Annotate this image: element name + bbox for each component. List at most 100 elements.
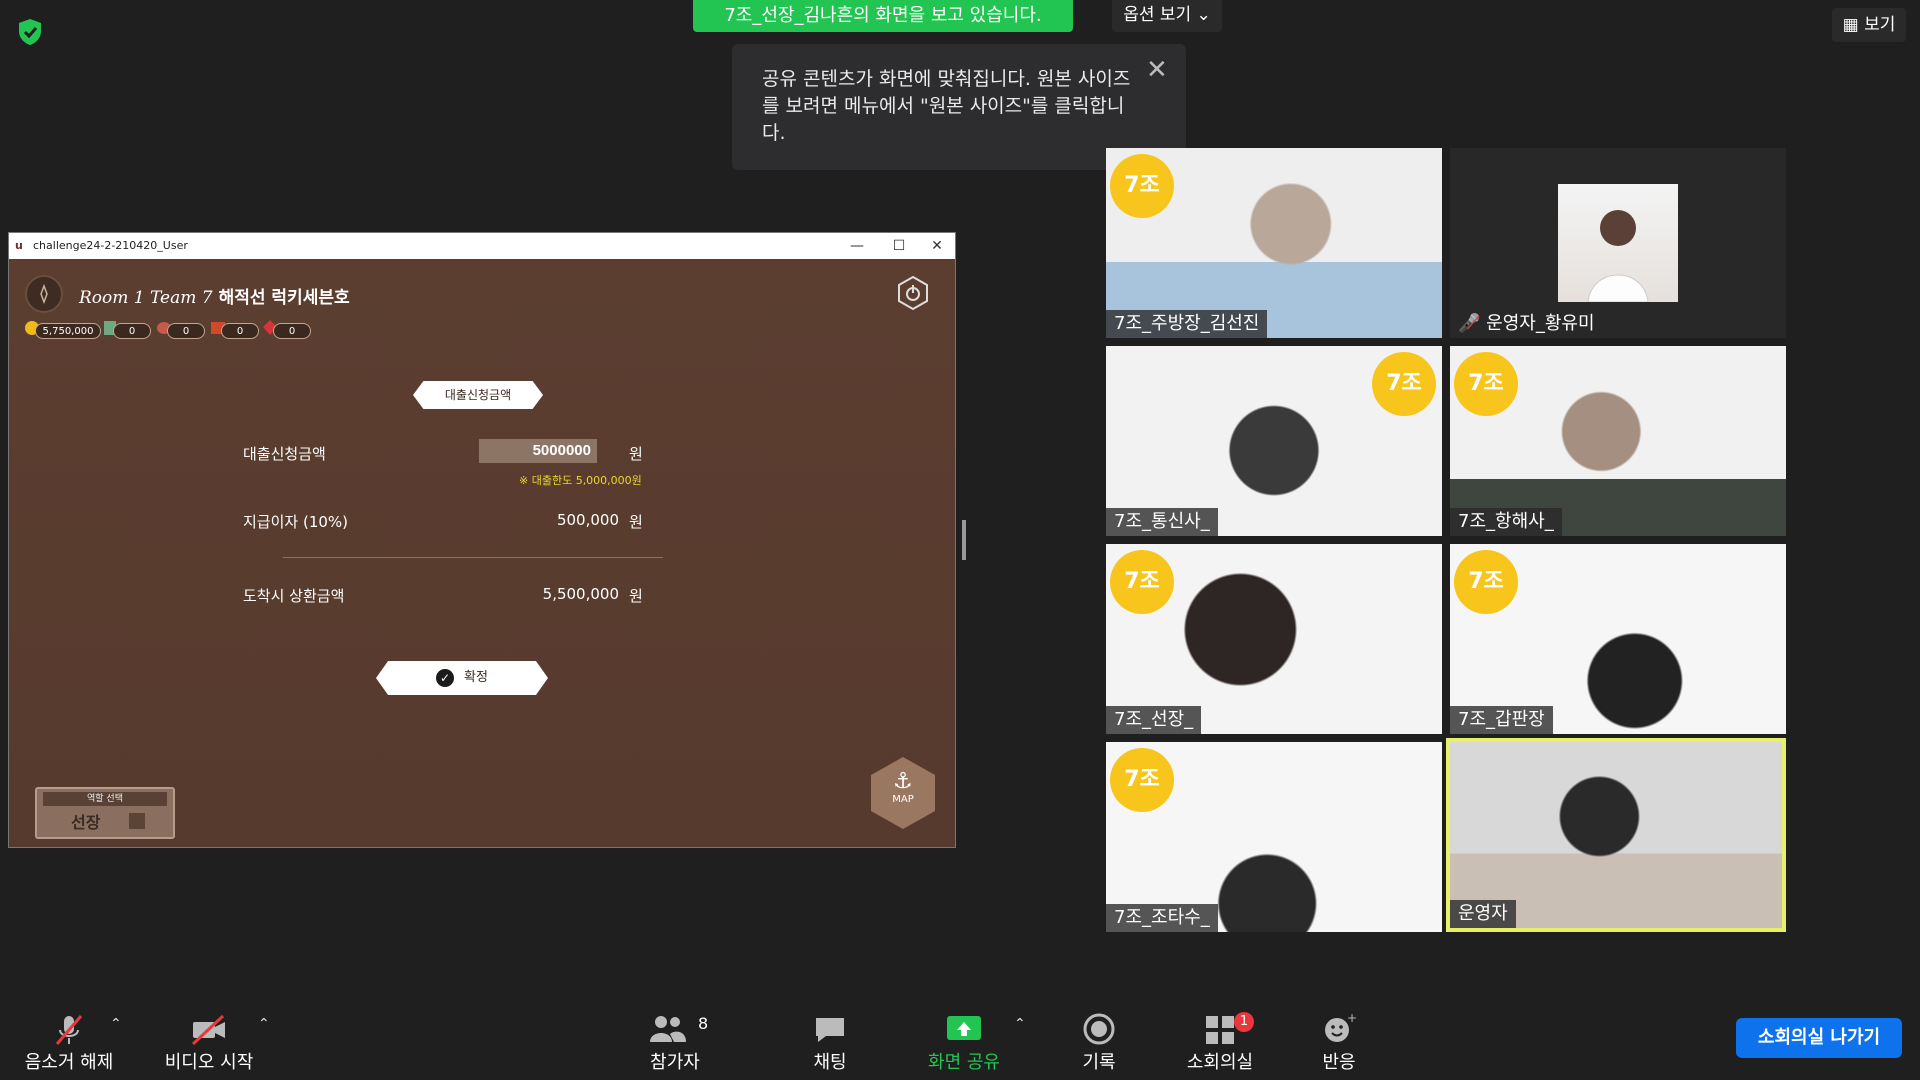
- share-caret-icon[interactable]: ⌃: [1014, 1016, 1026, 1032]
- tooltip-text: 공유 콘텐츠가 화면에 맞춰집니다. 원본 사이즈를 보려면 메뉴에서 "원본 …: [762, 68, 1131, 144]
- team-badge: 7조: [1454, 352, 1518, 416]
- compass-icon: [25, 275, 63, 313]
- resource-herb: 0: [113, 323, 151, 339]
- unmute-label: 음소거 해제: [24, 1052, 114, 1073]
- confirm-button[interactable]: ✓ 확정: [376, 661, 548, 695]
- breakout-rooms-label: 소회의실: [1186, 1052, 1254, 1073]
- resource-meat: 0: [167, 323, 205, 339]
- participants-label: 참가자: [650, 1052, 700, 1073]
- role-header: 역할 선택: [43, 792, 167, 806]
- record-button[interactable]: 기록: [1064, 1004, 1134, 1080]
- ship-name: 해적선 럭키세븐호: [218, 288, 350, 308]
- role-checkbox[interactable]: [129, 813, 145, 829]
- window-titlebar: u challenge24-2-210420_User — ☐ ✕: [9, 233, 955, 259]
- role-value: 선장: [71, 813, 101, 832]
- video-tile-active-speaker[interactable]: 운영자: [1446, 738, 1786, 932]
- audio-caret-icon[interactable]: ⌃: [110, 1016, 122, 1032]
- trident-icon: ⚓: [893, 769, 913, 794]
- video-tile[interactable]: 7조 7조_조타수_: [1106, 742, 1442, 932]
- video-tile[interactable]: 7조 7조_주방장_김선진: [1106, 148, 1442, 338]
- game-canvas: Room 1 Team 7 해적선 럭키세븐호 5,750,000 0 0 0 0…: [9, 259, 955, 847]
- mic-muted-icon: 🎤̸: [1458, 313, 1481, 334]
- view-button-label: 보기: [1864, 15, 1896, 35]
- repayment-unit: 원: [629, 587, 643, 605]
- resource-gold: 5,750,000: [35, 323, 101, 339]
- team-badge: 7조: [1110, 154, 1174, 218]
- map-button[interactable]: ⚓ MAP: [871, 757, 935, 829]
- room-team-label: Room 1 Team 7: [79, 288, 213, 308]
- maximize-icon[interactable]: ☐: [879, 233, 919, 259]
- repayment-label: 도착시 상환금액: [243, 587, 345, 605]
- interest-unit: 원: [629, 513, 643, 531]
- role-selector[interactable]: 역할 선택 선장: [35, 787, 175, 839]
- record-label: 기록: [1082, 1052, 1116, 1073]
- video-tile[interactable]: 7조 7조_갑판장: [1450, 544, 1786, 734]
- team-badge: 7조: [1372, 352, 1436, 416]
- svg-text:+: +: [1347, 1012, 1357, 1025]
- check-circle-icon: ✓: [436, 668, 455, 687]
- team-badge: 7조: [1110, 748, 1174, 812]
- room-title: Room 1 Team 7 해적선 럭키세븐호: [79, 283, 350, 308]
- close-icon[interactable]: ✕: [1146, 57, 1170, 83]
- loan-amount-label: 대출신청금액: [243, 445, 326, 463]
- record-icon: [1083, 1013, 1115, 1045]
- loan-amount-tag: 대출신청금액: [413, 381, 543, 409]
- interest-label: 지급이자 (10%): [243, 513, 349, 531]
- grid-icon: ▦: [1842, 15, 1859, 35]
- leave-breakout-room-button[interactable]: 소회의실 나가기: [1736, 1018, 1902, 1058]
- participant-name: 운영자: [1450, 900, 1516, 928]
- divider: [283, 557, 663, 558]
- video-tile[interactable]: 7조 7조_항해사_: [1450, 346, 1786, 536]
- chat-icon: [816, 1018, 844, 1042]
- team-badge: 7조: [1110, 550, 1174, 614]
- video-tile[interactable]: 7조 7조_통신사_: [1106, 346, 1442, 536]
- participant-name-row: 🎤̸ 운영자_황유미: [1450, 310, 1603, 338]
- interest-value: 500,000: [556, 511, 619, 529]
- view-button[interactable]: ▦ 보기: [1832, 8, 1906, 42]
- power-settings-icon[interactable]: [895, 275, 931, 311]
- security-shield-icon[interactable]: [14, 16, 46, 48]
- shared-app-window: u challenge24-2-210420_User — ☐ ✕ Room 1…: [8, 232, 956, 848]
- resource-gem: 0: [273, 323, 311, 339]
- video-off-icon: [191, 1014, 225, 1046]
- confirm-label: 확정: [464, 670, 488, 685]
- loan-limit-note: ※ 대출한도 5,000,000원: [519, 474, 642, 487]
- share-screen-button[interactable]: 화면 공유: [914, 1004, 1014, 1080]
- video-tile[interactable]: 🎤̸ 운영자_황유미: [1450, 148, 1786, 338]
- unmute-button[interactable]: 음소거 해제: [14, 1004, 124, 1080]
- profile-photo: [1558, 184, 1678, 303]
- reactions-label: 반응: [1322, 1052, 1356, 1073]
- sharing-banner: 7조_선장_김나흔의 화면을 보고 있습니다.: [693, 0, 1073, 32]
- start-video-label: 비디오 시작: [164, 1052, 254, 1073]
- participant-name: 7조_항해사_: [1450, 508, 1562, 536]
- participant-name: 7조_통신사_: [1106, 508, 1218, 536]
- breakout-rooms-button[interactable]: 1 소회의실: [1170, 1004, 1270, 1080]
- video-caret-icon[interactable]: ⌃: [258, 1016, 270, 1032]
- start-video-button[interactable]: 비디오 시작: [156, 1004, 262, 1080]
- resource-cargo: 0: [221, 323, 259, 339]
- participant-name: 7조_갑판장: [1450, 706, 1553, 734]
- reactions-button[interactable]: + 반응: [1304, 1004, 1374, 1080]
- emoji-plus-icon: +: [1325, 1012, 1357, 1042]
- share-screen-icon: [947, 1016, 981, 1040]
- chat-label: 채팅: [813, 1052, 847, 1073]
- video-tile[interactable]: 7조 7조_선장_: [1106, 544, 1442, 734]
- loan-unit: 원: [629, 445, 643, 463]
- participant-name: 7조_조타수_: [1106, 904, 1218, 932]
- breakout-badge: 1: [1234, 1012, 1254, 1032]
- loan-amount-input[interactable]: [479, 439, 597, 463]
- participant-name: 운영자_황유미: [1486, 313, 1595, 334]
- participants-button[interactable]: 8 참가자: [640, 1004, 710, 1080]
- participant-name: 7조_주방장_김선진: [1106, 310, 1268, 338]
- map-label: MAP: [892, 794, 914, 805]
- window-close-icon[interactable]: ✕: [917, 233, 957, 259]
- chat-button[interactable]: 채팅: [795, 1004, 865, 1080]
- breakout-rooms-icon: [1206, 1016, 1234, 1044]
- app-logo-icon: u: [15, 239, 23, 252]
- repayment-value: 5,500,000: [542, 585, 619, 603]
- minimize-icon[interactable]: —: [837, 233, 877, 259]
- splitter-handle[interactable]: [962, 520, 966, 560]
- share-screen-label: 화면 공유: [928, 1052, 1000, 1073]
- view-options-button[interactable]: 옵션 보기 ⌄: [1112, 0, 1222, 32]
- participant-name: 7조_선장_: [1106, 706, 1202, 734]
